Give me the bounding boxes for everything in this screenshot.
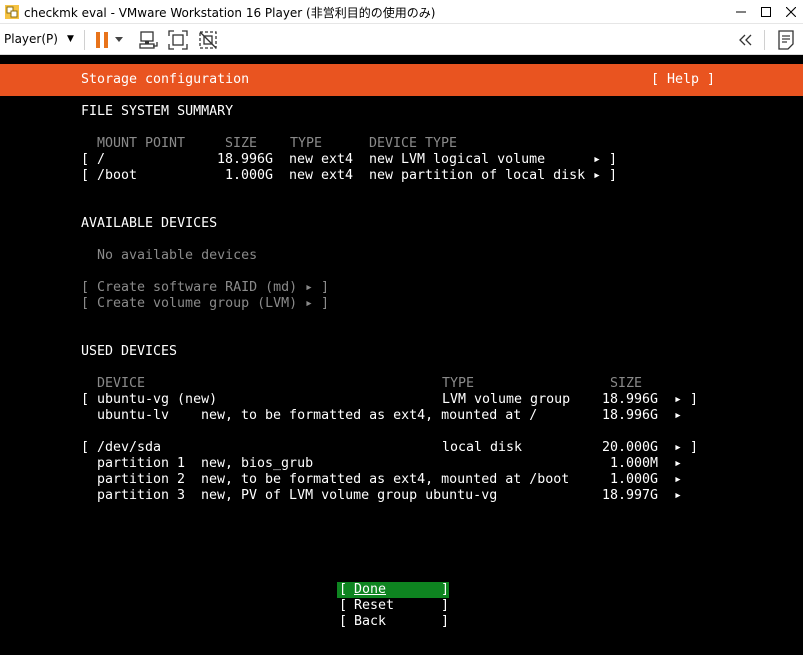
arrow-right-icon: ▸ [674,472,683,487]
used-child-size: 18.997G [602,488,659,503]
fs-summary-heading: FILE SYSTEM SUMMARY [81,104,234,119]
used-child-desc: new, to be formatted as ext4, mounted at… [201,472,570,487]
pause-button[interactable] [90,28,114,52]
fs-row-type: new ext4 [289,152,354,167]
unity-button[interactable] [196,28,220,52]
bracket-open: [ [81,280,90,295]
pause-icon [96,32,108,48]
used-child-name: ubuntu-lv [97,408,170,423]
used-device-type: LVM volume group [442,392,571,407]
back-to-library-button[interactable] [734,28,758,52]
used-child-size: 18.996G [602,408,659,423]
bracket-close: ] [441,598,450,613]
send-ctrl-alt-del-button[interactable] [136,28,160,52]
bracket-close: ] [441,614,450,629]
done-label: Done [354,582,387,597]
reset-label: Reset [354,598,395,613]
fs-row-device-type: new LVM logical volume [369,152,546,167]
bracket-open: [ [81,440,90,455]
fit-guest-button[interactable] [166,28,190,52]
bracket-open: [ [81,392,90,407]
used-device-name: ubuntu-vg (new) [97,392,218,407]
arrow-right-icon: ▸ ] [674,392,699,407]
close-icon [786,7,796,17]
vmware-logo-icon [4,4,20,20]
arrow-right-icon: ▸ ] [305,280,330,295]
fs-col-mount: MOUNT POINT [97,136,186,151]
used-device-size: 18.996G [602,392,659,407]
arrow-right-icon: ▸ [674,408,683,423]
vm-console[interactable]: Storage configuration [ Help ] FILE SYST… [0,55,803,655]
bracket-open: [ [81,168,90,183]
window-title: checkmk eval - VMware Workstation 16 Pla… [24,6,436,20]
back-label: Back [354,614,387,629]
toolbar-separator [764,30,765,50]
used-col-device: DEVICE [97,376,146,391]
fs-col-size: SIZE [225,136,258,151]
no-devices-text: No available devices [97,248,258,263]
send-ctrl-alt-del-icon [139,31,158,49]
used-child-size: 1.000G [610,472,659,487]
fit-guest-icon [168,30,188,50]
back-icon [739,34,752,46]
bracket-open: [ [339,614,348,629]
used-devices-heading: USED DEVICES [81,344,178,359]
fs-row-size: 18.996G [217,152,274,167]
minimize-button[interactable] [727,0,755,24]
fs-col-type: TYPE [290,136,323,151]
used-child-desc: new, to be formatted as ext4, mounted at… [201,408,538,423]
arrow-right-icon: ▸ [674,488,683,503]
fs-row-mount: /boot [97,168,138,183]
fs-row-type: new ext4 [289,168,354,183]
used-child-desc: new, PV of LVM volume group ubuntu-vg [201,488,498,503]
bracket-close: ] [441,582,450,597]
used-child-name: partition 2 [97,472,186,487]
used-device-name: /dev/sda [97,440,162,455]
dropdown-arrow-icon [115,37,123,42]
used-child-name: partition 1 [97,456,186,471]
used-child-desc: new, bios_grub [201,456,314,471]
fs-row-size: 1.000G [225,168,274,183]
window-titlebar: checkmk eval - VMware Workstation 16 Pla… [0,0,803,24]
toolbar-separator [84,30,85,50]
bracket-open: [ [339,598,348,613]
fs-row-mount: / [97,152,106,167]
help-button[interactable]: [ Help ] [651,72,715,88]
bracket-open: [ [81,152,90,167]
create-raid-label: Create software RAID (md) [97,280,298,295]
minimize-icon [736,11,746,13]
arrow-right-icon: ▸ ] [674,440,699,455]
fs-row-device-type: new partition of local disk [369,168,586,183]
used-device-type: local disk [442,440,523,455]
arrow-right-icon: ▸ [674,456,683,471]
arrow-right-icon: ▸ ] [305,296,330,311]
create-vg-label: Create volume group (LVM) [97,296,298,311]
notes-icon [778,30,794,50]
maximize-icon [761,7,771,17]
arrow-right-icon: ▸ ] [593,152,618,167]
player-toolbar: Player(P) ▼ [0,24,803,55]
maximize-button[interactable] [752,0,780,24]
bracket-open: [ [81,296,90,311]
player-menu-button[interactable]: Player(P) ▼ [4,29,74,49]
notes-button[interactable] [774,28,798,52]
used-col-type: TYPE [442,376,475,391]
player-menu-label: Player(P) [4,32,58,46]
used-child-name: partition 3 [97,488,186,503]
used-col-size: SIZE [610,376,643,391]
chevron-down-icon: ▼ [66,34,74,44]
unity-icon [199,31,217,49]
used-child-size: 1.000M [610,456,659,471]
bracket-open: [ [339,582,348,597]
used-device-size: 20.000G [602,440,659,455]
available-devices-heading: AVAILABLE DEVICES [81,216,218,231]
close-button[interactable] [777,0,803,24]
fs-col-device-type: DEVICE TYPE [369,136,458,151]
page-title: Storage configuration [81,72,250,87]
arrow-right-icon: ▸ ] [593,168,618,183]
power-dropdown-button[interactable] [112,28,126,52]
